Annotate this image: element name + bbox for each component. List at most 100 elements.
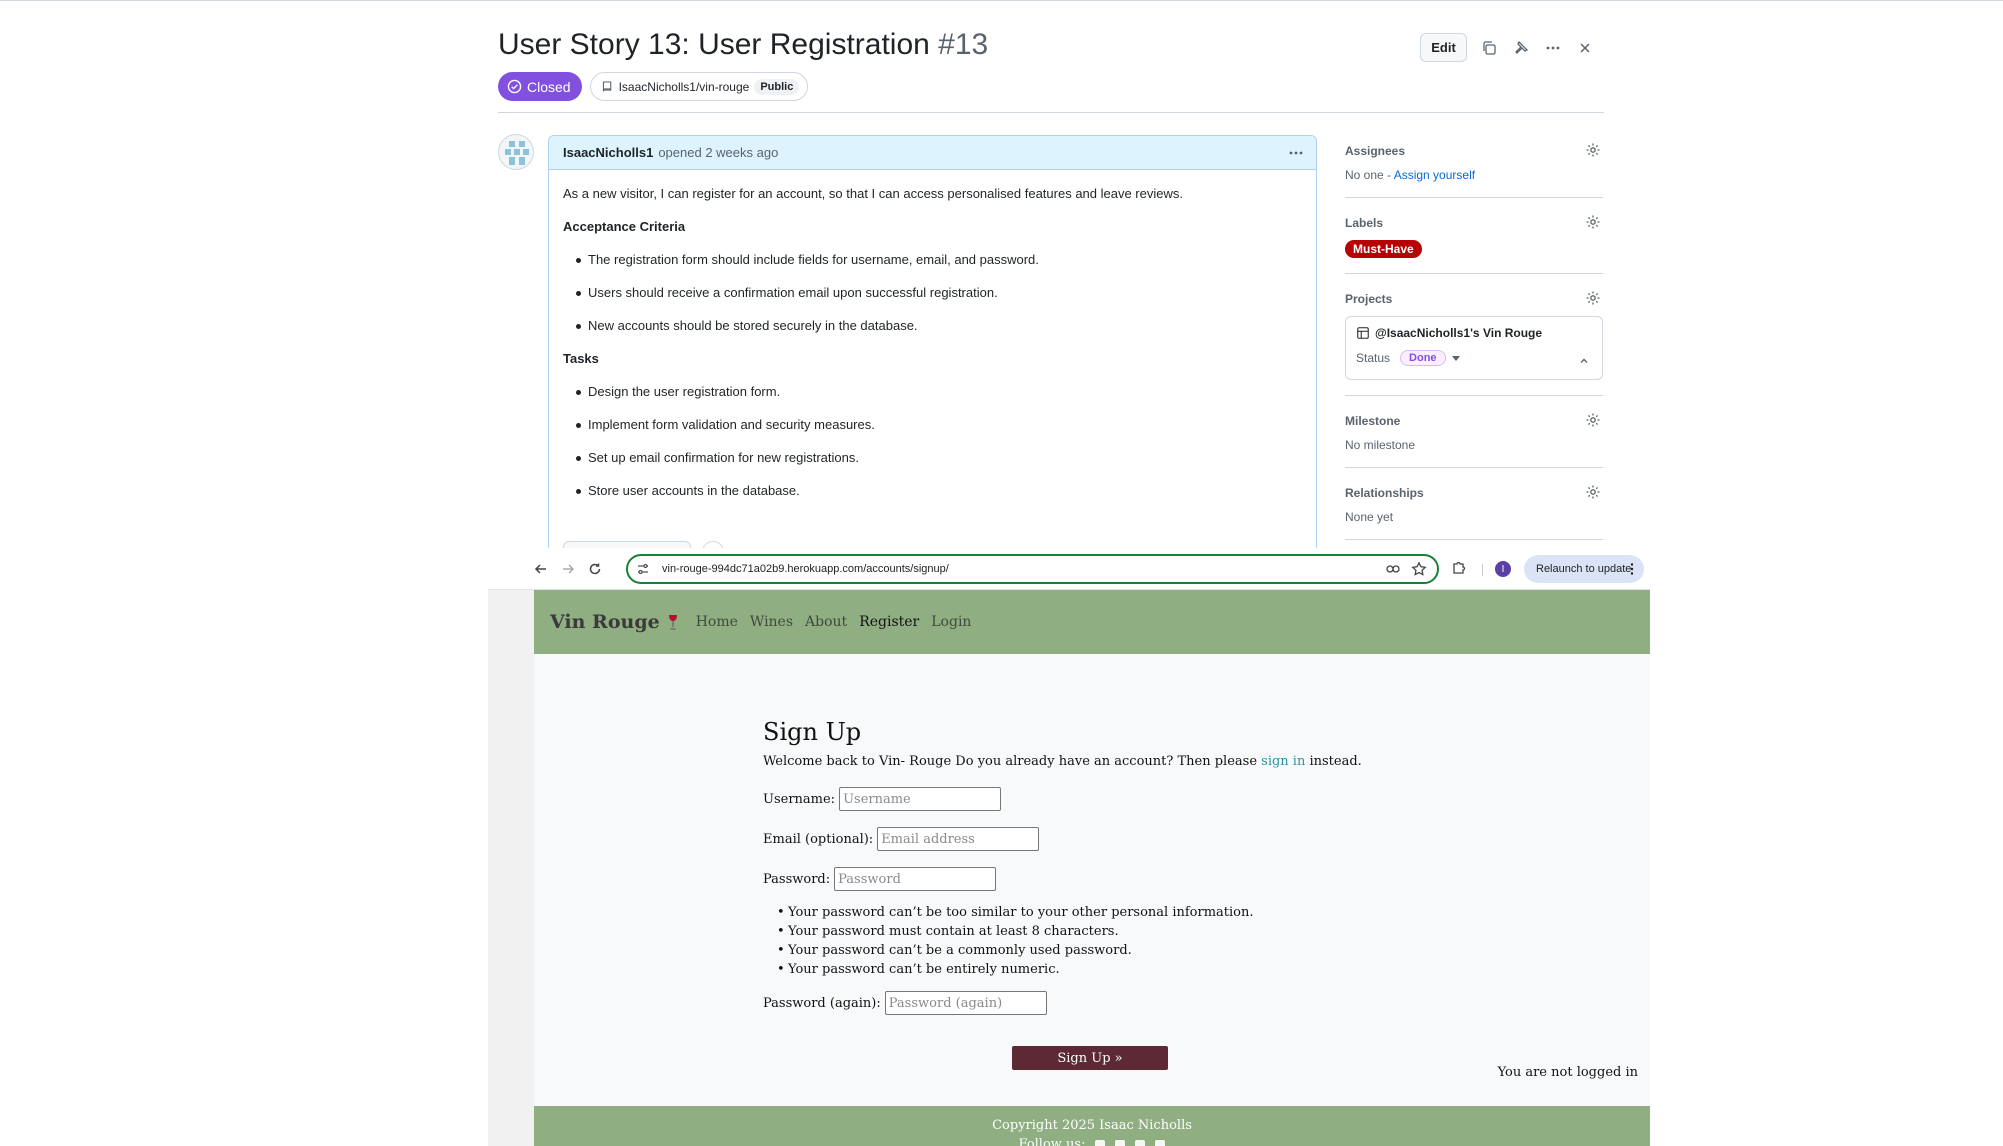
- welcome-pre: Welcome back to Vin- Rouge Do you alread…: [763, 754, 1262, 769]
- project-name: @IsaacNicholls1's Vin Rouge: [1375, 326, 1543, 340]
- bookmark-star-icon[interactable]: [1411, 561, 1427, 577]
- edit-button[interactable]: Edit: [1420, 33, 1467, 62]
- list-item: Store user accounts in the database.: [563, 481, 1302, 501]
- username-label: Username:: [763, 791, 836, 807]
- close-icon[interactable]: [1569, 33, 1601, 62]
- url-text: vin-rouge-994dc71a02b9.herokuapp.com/acc…: [662, 563, 949, 575]
- password-help-list: Your password can’t be too similar to yo…: [777, 903, 1463, 979]
- signup-form: Sign Up Welcome back to Vin- Rouge Do yo…: [763, 718, 1463, 1070]
- repo-chip[interactable]: IsaacNicholls1/vin-rouge Public: [589, 72, 809, 101]
- welcome-text: Welcome back to Vin- Rouge Do you alread…: [763, 754, 1463, 769]
- issue-number: #13: [938, 28, 989, 61]
- list-item: The registration form should include fie…: [563, 250, 1302, 270]
- relationships-title: Relationships: [1345, 486, 1424, 500]
- repo-name: IsaacNicholls1/vin-rouge: [618, 79, 750, 94]
- status-value[interactable]: Done: [1400, 350, 1446, 366]
- email-field[interactable]: [877, 827, 1040, 851]
- password-again-input[interactable]: [884, 991, 1047, 1015]
- table-icon: [1357, 327, 1369, 339]
- welcome-post: instead.: [1305, 754, 1362, 769]
- profile-avatar[interactable]: I: [1495, 561, 1511, 577]
- list-item: Your password can’t be too similar to yo…: [777, 903, 1463, 922]
- site-settings-icon[interactable]: [636, 562, 650, 576]
- list-item: Users should receive a confirmation emai…: [563, 283, 1302, 303]
- assignees-title: Assignees: [1345, 144, 1406, 158]
- login-status: You are not logged in: [1497, 1065, 1638, 1080]
- comment-body: As a new visitor, I can register for an …: [549, 170, 1316, 501]
- label-must-have[interactable]: Must-Have: [1345, 240, 1422, 258]
- gear-icon[interactable]: [1585, 214, 1601, 230]
- gear-icon[interactable]: [1585, 142, 1601, 158]
- password-again-row: Password (again):: [763, 991, 1463, 1015]
- comment-author[interactable]: IsaacNicholls1: [563, 145, 653, 160]
- relaunch-label: Relaunch to update: [1536, 563, 1632, 575]
- toolbar-divider: [1482, 564, 1483, 576]
- avatar[interactable]: [498, 134, 534, 170]
- nav-login[interactable]: Login: [931, 614, 971, 630]
- chevron-up-icon[interactable]: [1578, 355, 1590, 367]
- site-footer: Copyright 2025 Isaac Nicholls Follow us:: [534, 1106, 1650, 1146]
- comment-options-icon[interactable]: [1286, 143, 1306, 163]
- reload-icon[interactable]: [584, 558, 606, 580]
- username-input[interactable]: [839, 787, 1002, 811]
- sign-up-button[interactable]: Sign Up »: [1012, 1046, 1168, 1070]
- issue-title-text: User Story 13: User Registration: [498, 28, 930, 61]
- github-issue-panel: User Story 13: User Registration #13 Edi…: [0, 0, 2003, 600]
- password-label: Password:: [763, 871, 831, 887]
- site-brand[interactable]: Vin Rouge: [550, 611, 678, 633]
- project-card: @IsaacNicholls1's Vin Rouge Status Done: [1345, 316, 1603, 380]
- twitter-icon[interactable]: [1115, 1139, 1126, 1146]
- list-item: Your password can’t be entirely numeric.: [777, 960, 1463, 979]
- nav-register[interactable]: Register: [859, 614, 919, 630]
- labels-title: Labels: [1345, 216, 1384, 230]
- back-icon[interactable]: [530, 558, 552, 580]
- pin-icon[interactable]: [1505, 33, 1537, 62]
- tasks-heading: Tasks: [563, 351, 599, 366]
- wine-glass-icon: [668, 615, 677, 630]
- instagram-icon[interactable]: [1135, 1139, 1146, 1146]
- chevron-down-icon[interactable]: [1451, 355, 1460, 361]
- gear-icon[interactable]: [1585, 290, 1601, 306]
- project-name-row[interactable]: @IsaacNicholls1's Vin Rouge: [1356, 326, 1592, 340]
- list-item: New accounts should be stored securely i…: [563, 316, 1302, 336]
- list-item: Design the user registration form.: [563, 382, 1302, 402]
- criteria-heading: Acceptance Criteria: [563, 219, 686, 234]
- nav-about[interactable]: About: [805, 614, 847, 630]
- story-intro: As a new visitor, I can register for an …: [563, 186, 1183, 201]
- assignees-value: No one - Assign yourself: [1345, 168, 1603, 182]
- list-item: Set up email confirmation for new regist…: [563, 448, 1302, 468]
- comment-header: IsaacNicholls1 opened 2 weeks ago: [549, 136, 1316, 170]
- sign-in-link[interactable]: sign in: [1261, 754, 1305, 769]
- gear-icon[interactable]: [1585, 484, 1601, 500]
- email-row: Email (optional):: [763, 827, 1463, 851]
- nav-home[interactable]: Home: [696, 614, 738, 630]
- copy-icon[interactable]: [1473, 33, 1505, 62]
- copyright-text: Copyright 2025 Isaac Nicholls: [992, 1118, 1192, 1133]
- password-key-icon[interactable]: [1385, 561, 1401, 577]
- password-input[interactable]: [834, 867, 997, 891]
- youtube-icon[interactable]: [1155, 1139, 1166, 1146]
- email-label: Email (optional):: [763, 831, 874, 847]
- password-again-label: Password (again):: [763, 995, 881, 1011]
- project-status-row: Status Done: [1356, 350, 1592, 366]
- address-bar[interactable]: vin-rouge-994dc71a02b9.herokuapp.com/acc…: [626, 554, 1439, 584]
- assignees-section: Assignees No one - Assign yourself: [1345, 136, 1603, 198]
- issue-comment: IsaacNicholls1 opened 2 weeks ago As a n…: [548, 135, 1317, 600]
- status-label: Status: [1356, 351, 1391, 365]
- forward-icon[interactable]: [557, 558, 579, 580]
- more-options-icon[interactable]: [1537, 33, 1569, 62]
- assign-yourself-link[interactable]: Assign yourself: [1394, 168, 1475, 182]
- more-vert-icon[interactable]: [1630, 561, 1634, 577]
- issue-actions: Edit: [1420, 33, 1601, 62]
- repo-icon: [602, 81, 611, 92]
- nav-wines[interactable]: Wines: [750, 614, 793, 630]
- facebook-icon[interactable]: [1095, 1139, 1106, 1146]
- extensions-icon[interactable]: [1451, 560, 1467, 576]
- brand-name: Vin Rouge: [550, 611, 660, 633]
- relaunch-button[interactable]: Relaunch to update: [1524, 555, 1644, 583]
- comment-meta[interactable]: opened 2 weeks ago: [658, 145, 778, 160]
- gear-icon[interactable]: [1585, 412, 1601, 428]
- milestone-section: Milestone No milestone: [1345, 396, 1603, 468]
- labels-section: Labels Must-Have: [1345, 198, 1603, 274]
- password-row: Password:: [763, 867, 1463, 891]
